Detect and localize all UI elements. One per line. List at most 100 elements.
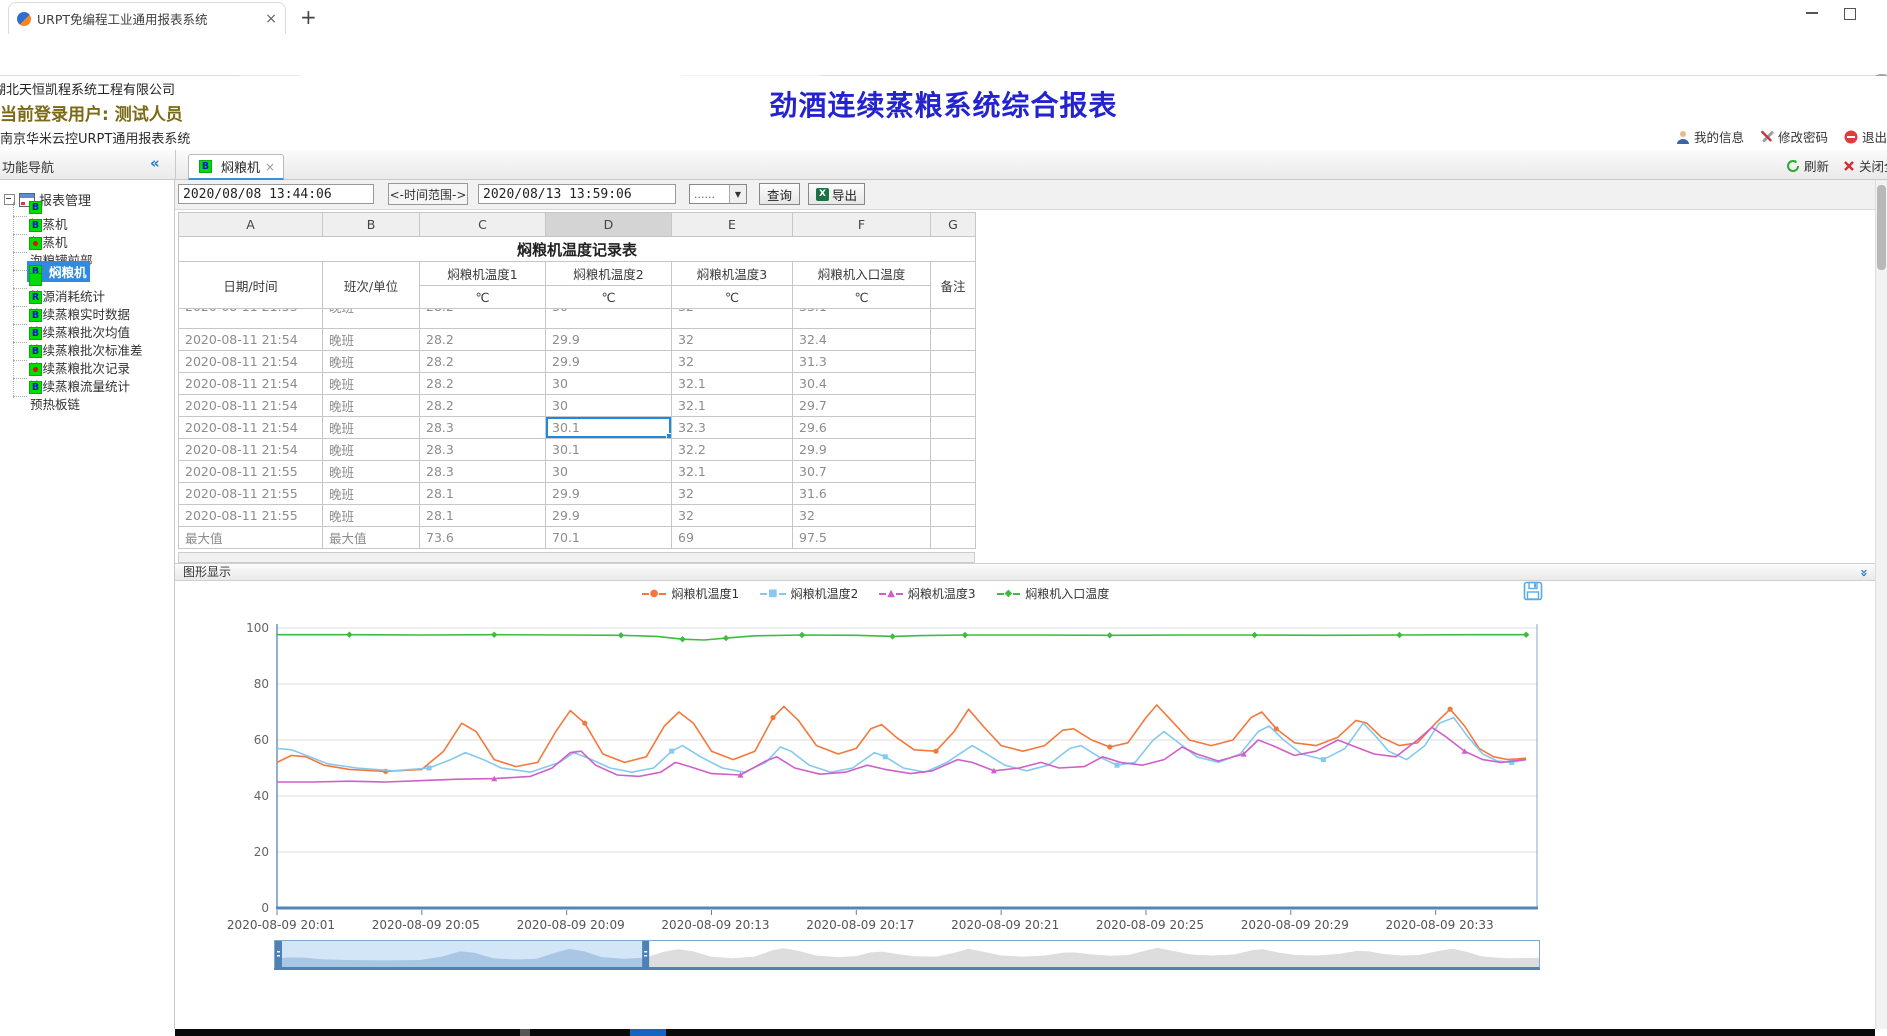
data-cell[interactable]: 29.9 (546, 351, 672, 373)
data-cell[interactable] (931, 329, 976, 351)
data-cell[interactable] (931, 461, 976, 483)
data-cell[interactable]: 32 (793, 505, 931, 527)
data-cell[interactable]: 28.2 (420, 373, 546, 395)
header-cell[interactable]: 焖粮机入口温度 (793, 262, 931, 286)
header-cell[interactable]: 备注 (931, 262, 976, 309)
max-row-cell[interactable]: 69 (672, 527, 793, 549)
column-letter-cell[interactable]: D (546, 213, 672, 237)
data-cell[interactable]: 32 (672, 483, 793, 505)
data-cell[interactable]: 32.3 (672, 417, 793, 439)
new-tab-button[interactable]: + (300, 5, 317, 29)
data-cell[interactable]: 32.4 (793, 329, 931, 351)
data-cell[interactable]: 晚班 (323, 483, 420, 505)
data-cell[interactable]: 29.9 (546, 329, 672, 351)
data-cell[interactable]: 30.1 (546, 417, 672, 439)
data-cell[interactable]: 2020-08-11 21:55 (179, 505, 323, 527)
data-cell[interactable] (931, 505, 976, 527)
change-password-link[interactable]: 修改密码 (1760, 127, 1828, 146)
data-cell[interactable]: 32 (672, 309, 793, 329)
data-cell[interactable]: 33.1 (793, 309, 931, 329)
scrollbar-thumb[interactable] (1877, 185, 1886, 270)
tab-menliangji[interactable]: B 焖粮机 × (188, 154, 284, 180)
export-button[interactable]: X 导出 (808, 183, 865, 205)
column-letter-cell[interactable]: F (793, 213, 931, 237)
data-cell[interactable]: 晚班 (323, 329, 420, 351)
data-cell[interactable]: 晚班 (323, 439, 420, 461)
data-cell[interactable]: 28.1 (420, 505, 546, 527)
cell-fill-handle[interactable] (666, 433, 672, 439)
query-button[interactable]: 查询 (759, 183, 800, 205)
logout-link[interactable]: 退出系统 (1844, 127, 1887, 146)
table-title-cell[interactable]: 焖粮机温度记录表 (179, 237, 976, 262)
header-cell[interactable]: 日期/时间 (179, 262, 323, 309)
chart-save-icon[interactable] (1523, 581, 1543, 601)
data-cell[interactable]: 29.9 (546, 483, 672, 505)
data-cell[interactable]: 30 (546, 461, 672, 483)
max-row-cell[interactable]: 最大值 (179, 527, 323, 549)
slider-handle[interactable] (642, 941, 649, 967)
unit-cell[interactable]: ℃ (793, 286, 931, 309)
data-cell[interactable]: 30.7 (793, 461, 931, 483)
data-cell[interactable]: 28.2 (420, 309, 546, 329)
data-cell[interactable]: 30.4 (793, 373, 931, 395)
data-cell[interactable] (931, 351, 976, 373)
column-letter-cell[interactable]: G (931, 213, 976, 237)
unit-cell[interactable]: ℃ (546, 286, 672, 309)
header-cell[interactable]: 班次/单位 (323, 262, 420, 309)
data-cell[interactable] (931, 439, 976, 461)
data-cell[interactable]: 32 (672, 351, 793, 373)
data-cell[interactable]: 29.9 (546, 505, 672, 527)
my-info-link[interactable]: 我的信息 (1676, 127, 1744, 146)
data-cell[interactable]: 29.7 (793, 395, 931, 417)
data-cell[interactable]: 32.2 (672, 439, 793, 461)
tab-close-icon[interactable]: × (265, 160, 275, 174)
data-cell[interactable] (931, 373, 976, 395)
data-cell[interactable]: 29.9 (793, 439, 931, 461)
max-row-cell[interactable] (931, 527, 976, 549)
sidebar-item[interactable]: 泡粮罐前部 (0, 244, 175, 262)
time-range-button[interactable]: <-时间范围-> (388, 183, 468, 205)
column-letter-cell[interactable]: A (179, 213, 323, 237)
data-cell[interactable]: 晚班 (323, 417, 420, 439)
data-cell[interactable]: 28.2 (420, 351, 546, 373)
maximize-icon[interactable] (1844, 8, 1856, 20)
data-cell[interactable]: 30 (546, 309, 672, 329)
header-cell[interactable]: 焖粮机温度2 (546, 262, 672, 286)
browser-tab[interactable]: URPT免编程工业通用报表系统 × (8, 2, 286, 34)
slider-handle[interactable] (275, 941, 282, 967)
data-cell[interactable]: 28.3 (420, 439, 546, 461)
data-cell[interactable]: 28.2 (420, 329, 546, 351)
sidebar-item[interactable]: B预热板链 (0, 388, 175, 406)
data-cell[interactable]: 29.6 (793, 417, 931, 439)
data-cell[interactable]: 2020-08-11 21:54 (179, 373, 323, 395)
max-row-cell[interactable]: 73.6 (420, 527, 546, 549)
data-cell[interactable]: 32.1 (672, 461, 793, 483)
url-bar[interactable]: ← → l?xyz=0.8339242686229038 ☆ (0, 34, 1887, 76)
data-cell[interactable] (931, 417, 976, 439)
data-cell[interactable]: 2020-08-11 21:55 (179, 461, 323, 483)
section-chevron-icon[interactable]: » (1855, 569, 1871, 577)
data-cell[interactable]: 30 (546, 395, 672, 417)
data-cell[interactable]: 晚班 (323, 505, 420, 527)
data-cell[interactable]: 31.3 (793, 351, 931, 373)
data-cell[interactable]: 28.3 (420, 461, 546, 483)
data-cell[interactable]: 28.2 (420, 395, 546, 417)
data-cell[interactable]: 31.6 (793, 483, 931, 505)
chart-range-slider[interactable] (274, 940, 1540, 970)
minimize-icon[interactable] (1806, 12, 1818, 14)
data-cell[interactable]: 晚班 (323, 461, 420, 483)
grid-hscrollbar[interactable] (178, 552, 975, 563)
data-cell[interactable]: 2020-08-11 21:53 (179, 309, 323, 329)
max-row-cell[interactable]: 最大值 (323, 527, 420, 549)
max-row-cell[interactable]: 70.1 (546, 527, 672, 549)
data-cell[interactable]: 30.1 (546, 439, 672, 461)
refresh-button[interactable]: 刷新 (1786, 156, 1829, 175)
data-cell[interactable]: 32 (672, 505, 793, 527)
tab-close-icon[interactable]: × (265, 11, 277, 27)
column-letter-cell[interactable]: E (672, 213, 793, 237)
unit-cell[interactable]: ℃ (420, 286, 546, 309)
data-cell[interactable]: 32.1 (672, 373, 793, 395)
header-cell[interactable]: 焖粮机温度3 (672, 262, 793, 286)
data-cell[interactable]: 2020-08-11 21:54 (179, 351, 323, 373)
data-cell[interactable] (931, 309, 976, 329)
